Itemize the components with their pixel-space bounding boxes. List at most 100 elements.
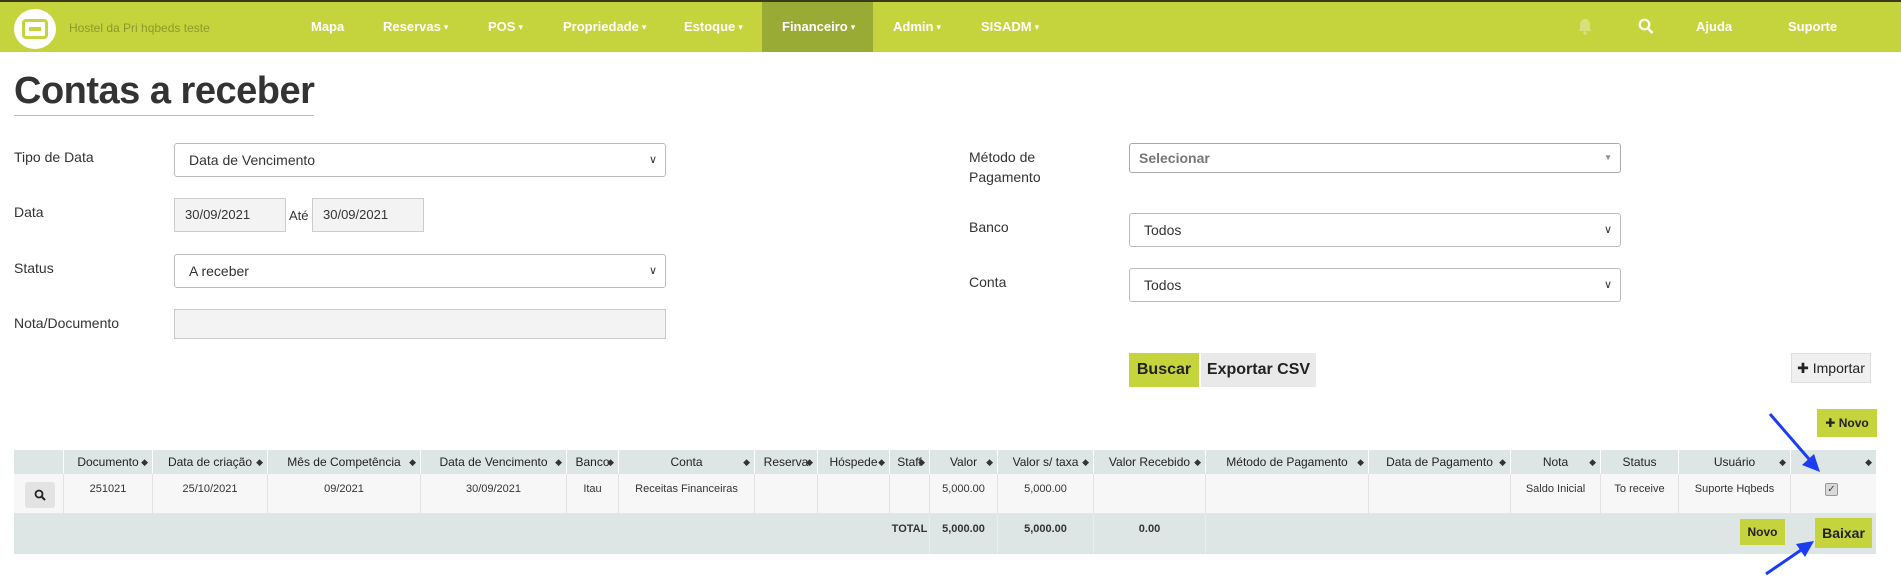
cell-hospede — [818, 474, 890, 514]
search-button[interactable]: Buscar — [1129, 353, 1199, 387]
total-label: TOTAL — [890, 514, 930, 554]
note-document-input[interactable] — [174, 309, 666, 339]
table-row: 251021 25/10/2021 09/2021 30/09/2021 Ita… — [14, 474, 1876, 514]
sort-icon: ◆ — [555, 457, 562, 467]
chevron-down-icon: ∨ — [1603, 224, 1612, 236]
column-header-status: Status — [1601, 450, 1679, 474]
date-type-select[interactable]: Data de Vencimento ∨ — [174, 143, 666, 177]
bell-icon[interactable] — [1577, 18, 1593, 40]
chevron-down-icon: ▾ — [936, 22, 941, 32]
nav-item-pos[interactable]: POS ▾ — [468, 2, 543, 52]
sort-icon: ◆ — [1865, 457, 1872, 467]
table-total-row: TOTAL 5,000.00 5,000.00 0.00 Novo Baixar — [14, 514, 1876, 554]
sort-icon: ◆ — [141, 457, 148, 467]
bank-label: Banco — [969, 219, 1009, 235]
cell-metodo-pagamento — [1206, 474, 1369, 514]
sort-icon: ◆ — [256, 457, 263, 467]
total-valor-sem-taxa: 5,000.00 — [998, 514, 1094, 554]
help-link[interactable]: Ajuda — [1676, 2, 1752, 52]
column-header-conta[interactable]: Conta ◆ — [619, 450, 755, 474]
note-document-label: Nota/Documento — [14, 315, 120, 331]
date-from-input[interactable]: 30/09/2021 — [174, 198, 286, 232]
cell-staff — [890, 474, 930, 514]
cell-reserva — [755, 474, 818, 514]
cell-data-pagamento — [1369, 474, 1511, 514]
column-header-nota[interactable]: Nota ◆ — [1511, 450, 1601, 474]
caret-down-icon: ▼ — [1604, 153, 1612, 162]
import-button[interactable]: ✚ Importar — [1791, 353, 1871, 383]
row-select-checkbox[interactable]: ✓ — [1825, 483, 1838, 496]
nav-item-reservas[interactable]: Reservas ▾ — [363, 2, 468, 52]
column-header-documento[interactable]: Documento ◆ — [64, 450, 153, 474]
chevron-down-icon: ∨ — [648, 265, 657, 277]
column-header-data-criacao[interactable]: Data de criação ◆ — [153, 450, 268, 474]
sort-icon: ◆ — [1499, 457, 1506, 467]
cell-select: ✓ — [1791, 474, 1876, 514]
bank-select[interactable]: Todos ∨ — [1129, 213, 1621, 247]
column-header-mes-competencia[interactable]: Mês de Competência ◆ — [268, 450, 421, 474]
column-header-valor[interactable]: Valor ◆ — [930, 450, 998, 474]
sort-icon: ◆ — [986, 457, 993, 467]
chevron-down-icon: ▾ — [850, 22, 856, 32]
sort-icon: ◆ — [409, 457, 416, 467]
logo-icon[interactable] — [14, 9, 56, 49]
date-label: Data — [14, 204, 44, 220]
plus-icon: ✚ — [1825, 416, 1836, 430]
cell-data-vencimento: 30/09/2021 — [421, 474, 567, 514]
export-csv-button[interactable]: Exportar CSV — [1201, 353, 1316, 387]
support-link[interactable]: Suporte — [1768, 2, 1857, 52]
column-header-actions — [14, 450, 64, 474]
sort-icon: ◆ — [806, 457, 813, 467]
nav-item-admin[interactable]: Admin ▾ — [873, 2, 961, 52]
column-header-banco[interactable]: Banco ◆ — [567, 450, 619, 474]
search-icon[interactable] — [1638, 18, 1654, 40]
nav-item-financeiro[interactable]: Financeiro ▾ — [762, 2, 873, 52]
column-header-hospede[interactable]: Hóspede ◆ — [818, 450, 890, 474]
chevron-down-icon: ▾ — [1034, 22, 1040, 32]
chevron-down-icon: ▾ — [443, 22, 449, 32]
sort-icon: ◆ — [1589, 457, 1596, 467]
cell-valor: 5,000.00 — [930, 474, 998, 514]
chevron-down-icon: ∨ — [648, 154, 657, 166]
annotation-arrow-up-icon — [1765, 541, 1814, 576]
cell-status: To receive — [1601, 474, 1679, 514]
total-valor-recebido: 0.00 — [1094, 514, 1206, 554]
chevron-down-icon: ∨ — [1603, 279, 1612, 291]
sort-icon: ◆ — [918, 457, 925, 467]
column-header-data-pagamento[interactable]: Data de Pagamento ◆ — [1369, 450, 1511, 474]
sort-icon: ◆ — [1082, 457, 1089, 467]
search-icon — [34, 489, 46, 501]
chevron-down-icon: ▾ — [518, 22, 523, 32]
brand-name: Hostel da Pri hqbeds teste — [69, 21, 210, 35]
chevron-down-icon: ▾ — [641, 22, 647, 32]
status-select[interactable]: A receber ∨ — [174, 254, 666, 288]
sort-icon: ◆ — [743, 457, 750, 467]
date-until-label: Até — [289, 208, 309, 223]
sort-icon: ◆ — [878, 457, 885, 467]
status-label: Status — [14, 260, 54, 276]
page-title: Contas a receber — [14, 70, 315, 116]
account-select[interactable]: Todos ∨ — [1129, 268, 1621, 302]
date-to-input[interactable]: 30/09/2021 — [312, 198, 424, 232]
column-header-valor-recebido[interactable]: Valor Recebido ◆ — [1094, 450, 1206, 474]
new-button[interactable]: ✚ Novo — [1817, 409, 1877, 437]
column-header-metodo-pagamento[interactable]: Método de Pagamento ◆ — [1206, 450, 1369, 474]
payment-method-label: Método de Pagamento — [969, 149, 1041, 185]
nav-item-mapa[interactable]: Mapa — [291, 2, 364, 52]
payment-method-select[interactable]: Selecionar ▼ — [1129, 143, 1621, 173]
column-header-reserva[interactable]: Reserva ◆ — [755, 450, 818, 474]
table-header: Documento ◆ Data de criação ◆ Mês de Compe… — [14, 450, 1876, 474]
cell-banco: Itau — [567, 474, 619, 514]
nav-item-propriedade[interactable]: Propriedade ▾ — [543, 2, 666, 52]
nav-item-estoque[interactable]: Estoque ▾ — [664, 2, 763, 52]
cell-nota: Saldo Inicial — [1511, 474, 1601, 514]
column-header-valor-sem-taxa[interactable]: Valor s/ taxa ◆ — [998, 450, 1094, 474]
sort-icon: ◆ — [607, 457, 614, 467]
view-row-button[interactable] — [25, 482, 55, 508]
nav-item-sisadm[interactable]: SISADM ▾ — [961, 2, 1059, 52]
cell-valor-recebido — [1094, 474, 1206, 514]
column-header-data-vencimento[interactable]: Data de Vencimento ◆ — [421, 450, 567, 474]
cell-documento: 251021 — [64, 474, 153, 514]
cell-mes-competencia: 09/2021 — [268, 474, 421, 514]
column-header-staff[interactable]: Staff ◆ — [890, 450, 930, 474]
